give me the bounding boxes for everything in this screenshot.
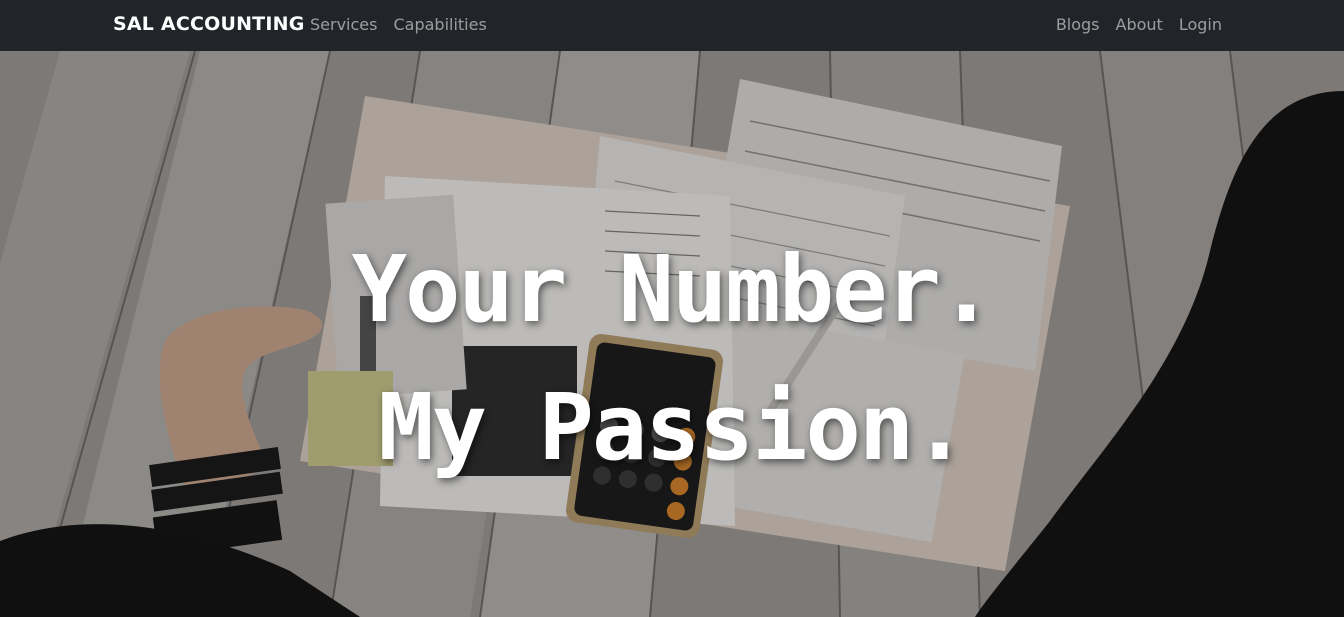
hero-headline: Your Number. My Passion. xyxy=(0,221,1344,497)
hero-section: Your Number. My Passion. xyxy=(0,51,1344,617)
nav-left-group: Services Capabilities xyxy=(310,15,487,34)
nav-link-login[interactable]: Login xyxy=(1179,15,1222,34)
nav-link-services[interactable]: Services xyxy=(310,15,377,34)
brand-logo-link[interactable]: SAL ACCOUNTING xyxy=(113,13,305,35)
nav-right-group: Blogs About Login xyxy=(1056,15,1222,34)
nav-link-blogs[interactable]: Blogs xyxy=(1056,15,1100,34)
top-navbar: SAL ACCOUNTING Services Capabilities Blo… xyxy=(0,0,1344,51)
nav-link-capabilities[interactable]: Capabilities xyxy=(393,15,486,34)
headline-line-2: My Passion. xyxy=(378,374,967,481)
headline-line-1: Your Number. xyxy=(351,236,995,343)
nav-link-about[interactable]: About xyxy=(1116,15,1163,34)
